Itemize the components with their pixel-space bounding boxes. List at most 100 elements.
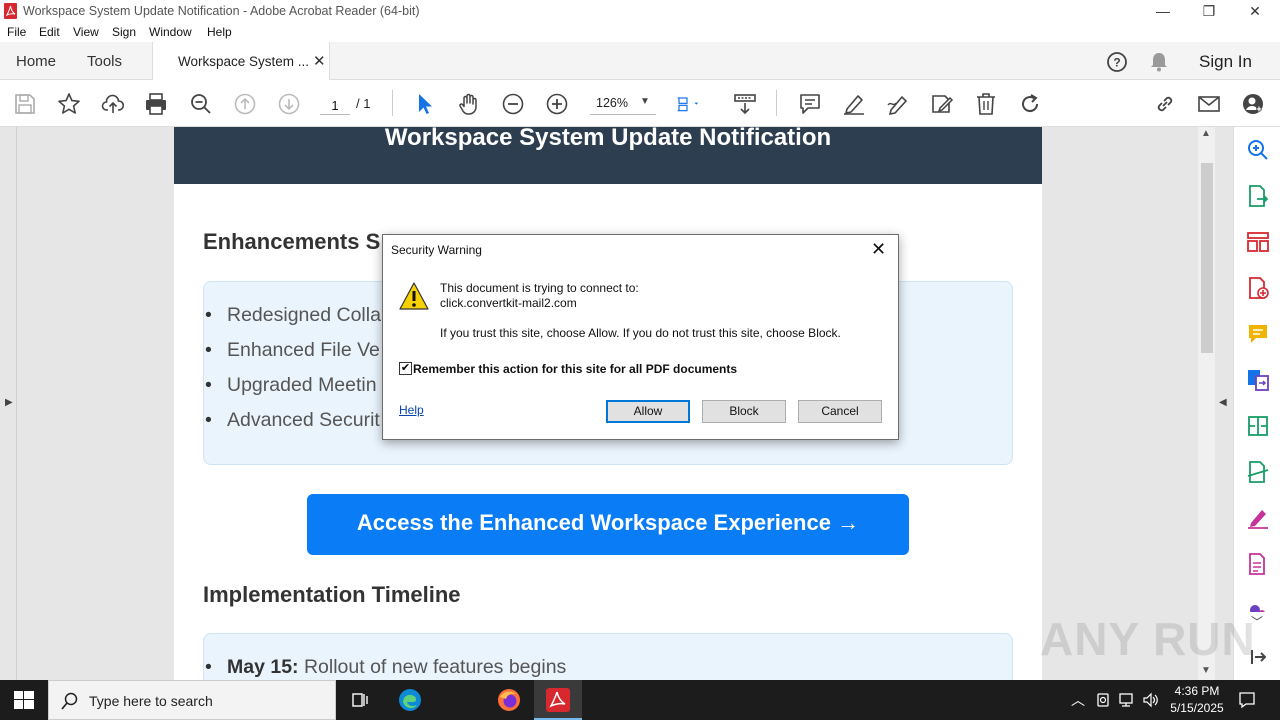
menu-window[interactable]: Window	[149, 25, 192, 39]
menu-view[interactable]: View	[73, 25, 99, 39]
organize-pages-icon[interactable]	[1246, 230, 1270, 254]
dialog-url: click.convertkit-mail2.com	[440, 296, 577, 310]
meet-now-icon[interactable]	[1096, 692, 1112, 708]
rotate-icon[interactable]	[1018, 92, 1042, 116]
zoom-level-value: 126%	[596, 96, 628, 110]
list-item: Redesigned Colla	[205, 304, 381, 327]
tab-document[interactable]: Workspace System ... ✕	[152, 42, 330, 81]
edit-pdf-icon[interactable]	[930, 92, 954, 116]
notifications-bell-icon[interactable]	[1149, 51, 1169, 73]
task-view-icon[interactable]	[350, 690, 370, 710]
compress-pdf-icon[interactable]	[1246, 414, 1270, 438]
block-button[interactable]: Block	[702, 400, 786, 423]
menu-edit[interactable]: Edit	[39, 25, 60, 39]
menu-help[interactable]: Help	[207, 25, 232, 39]
windows-start-icon[interactable]	[14, 691, 34, 709]
scroll-mode-icon[interactable]	[733, 92, 757, 116]
banner-title: Workspace System Update Notification	[384, 127, 832, 151]
page-display-icon[interactable]	[677, 92, 713, 116]
combine-files-icon[interactable]	[1246, 368, 1270, 392]
upload-cloud-icon[interactable]	[101, 92, 125, 116]
bookmark-star-icon[interactable]	[57, 92, 81, 116]
dialog-close-icon[interactable]: ✕	[871, 239, 886, 260]
expand-left-panel-icon[interactable]: ▶	[5, 397, 13, 408]
save-icon[interactable]	[13, 92, 37, 116]
tab-document-label: Workspace System ...	[178, 54, 310, 69]
email-envelope-icon[interactable]	[1197, 92, 1221, 116]
dialog-instructions: If you trust this site, choose Allow. If…	[440, 326, 841, 340]
firefox-browser-icon[interactable]	[497, 688, 521, 712]
toolbar-divider	[392, 90, 393, 116]
tab-home[interactable]: Home	[16, 53, 56, 70]
left-panel-collapsed[interactable]: ▶	[0, 127, 17, 680]
minimize-button[interactable]: —	[1140, 0, 1186, 22]
fill-sign-icon[interactable]	[1246, 506, 1270, 530]
select-cursor-icon[interactable]	[413, 92, 437, 116]
protect-pdf-icon[interactable]	[1246, 552, 1270, 576]
timeline-heading: Implementation Timeline	[203, 582, 461, 607]
chevron-down-icon: ▼	[640, 96, 650, 107]
zoom-out-magnifier-icon[interactable]	[189, 92, 213, 116]
remember-checkbox[interactable]: ✔	[399, 362, 412, 375]
zoom-level-select[interactable]: 126% ▼	[590, 93, 656, 115]
scan-ocr-icon[interactable]	[1246, 460, 1270, 484]
scroll-up-arrow-icon[interactable]: ▲	[1201, 128, 1211, 139]
menu-sign[interactable]: Sign	[112, 25, 136, 39]
tab-tools[interactable]: Tools	[87, 53, 122, 70]
tab-bar: Home Tools Workspace System ... ✕ ? Sign…	[0, 42, 1280, 81]
delete-trash-icon[interactable]	[974, 92, 998, 116]
cancel-button[interactable]: Cancel	[798, 400, 882, 423]
allow-button[interactable]: Allow	[606, 400, 690, 423]
previous-page-icon[interactable]	[233, 92, 257, 116]
timeline-date: May 15:	[227, 656, 299, 678]
right-tools-panel: ﹀	[1233, 127, 1280, 680]
export-pdf-icon[interactable]	[1246, 184, 1270, 208]
help-link[interactable]: Help	[399, 403, 424, 417]
list-item: Enhanced File Ve	[205, 339, 380, 362]
maximize-button[interactable]: ❐	[1186, 0, 1232, 22]
timeline-text: Rollout of new features begins	[298, 656, 567, 678]
access-workspace-link-button[interactable]: Access the Enhanced Workspace Experience…	[307, 494, 909, 555]
security-warning-dialog: Security Warning ✕ This document is tryi…	[382, 234, 899, 440]
window-title: Workspace System Update Notification - A…	[23, 4, 420, 18]
search-zoom-icon[interactable]	[1246, 138, 1270, 162]
share-link-icon[interactable]	[1153, 92, 1177, 116]
print-icon[interactable]	[144, 92, 168, 116]
scroll-down-arrow-icon[interactable]: ▼	[1201, 665, 1211, 676]
clock-time[interactable]: 4:36 PM	[1172, 684, 1222, 698]
menu-file[interactable]: File	[7, 25, 26, 39]
anyrun-watermark: ANY RUN	[1040, 613, 1256, 665]
edge-browser-icon[interactable]	[398, 688, 422, 712]
collapse-right-panel-icon[interactable]: ◀	[1219, 397, 1227, 408]
chevron-up-icon[interactable]: ︿	[1071, 690, 1085, 710]
next-page-icon[interactable]	[277, 92, 301, 116]
comment-icon[interactable]	[798, 92, 822, 116]
close-window-button[interactable]: ✕	[1232, 0, 1278, 22]
taskbar: Type here to search ︿ 4:36 PM 5/15/2025	[0, 680, 1280, 720]
scrollbar-thumb[interactable]	[1201, 163, 1213, 353]
acrobat-taskbar-icon	[546, 688, 570, 712]
draw-sign-icon[interactable]	[886, 92, 910, 116]
remember-checkbox-label[interactable]: Remember this action for this site for a…	[413, 362, 737, 376]
network-icon[interactable]	[1118, 692, 1136, 708]
volume-icon[interactable]	[1142, 692, 1160, 708]
toolbar: / 1 126% ▼	[0, 80, 1280, 127]
banner: Workspace System Update Notification	[174, 127, 1042, 184]
comment-tool-icon[interactable]	[1246, 322, 1270, 346]
acrobat-taskbar-button[interactable]	[534, 680, 582, 720]
sign-in-button[interactable]: Sign In	[1199, 52, 1252, 72]
vertical-scrollbar[interactable]: ▲ ▼	[1198, 127, 1215, 680]
help-icon[interactable]: ?	[1106, 51, 1128, 73]
zoom-in-icon[interactable]	[545, 92, 569, 116]
create-pdf-icon[interactable]	[1246, 276, 1270, 300]
add-user-icon[interactable]	[1241, 92, 1265, 116]
clock-date[interactable]: 5/15/2025	[1166, 701, 1228, 715]
zoom-out-icon[interactable]	[501, 92, 525, 116]
hand-tool-icon[interactable]	[457, 92, 481, 116]
highlight-pen-icon[interactable]	[842, 92, 866, 116]
close-tab-icon[interactable]: ✕	[313, 52, 326, 70]
page-number-input[interactable]	[320, 93, 350, 115]
notification-center-icon[interactable]	[1238, 691, 1256, 709]
more-tools-icon[interactable]	[1246, 598, 1270, 612]
taskbar-search-box[interactable]: Type here to search	[48, 680, 336, 720]
